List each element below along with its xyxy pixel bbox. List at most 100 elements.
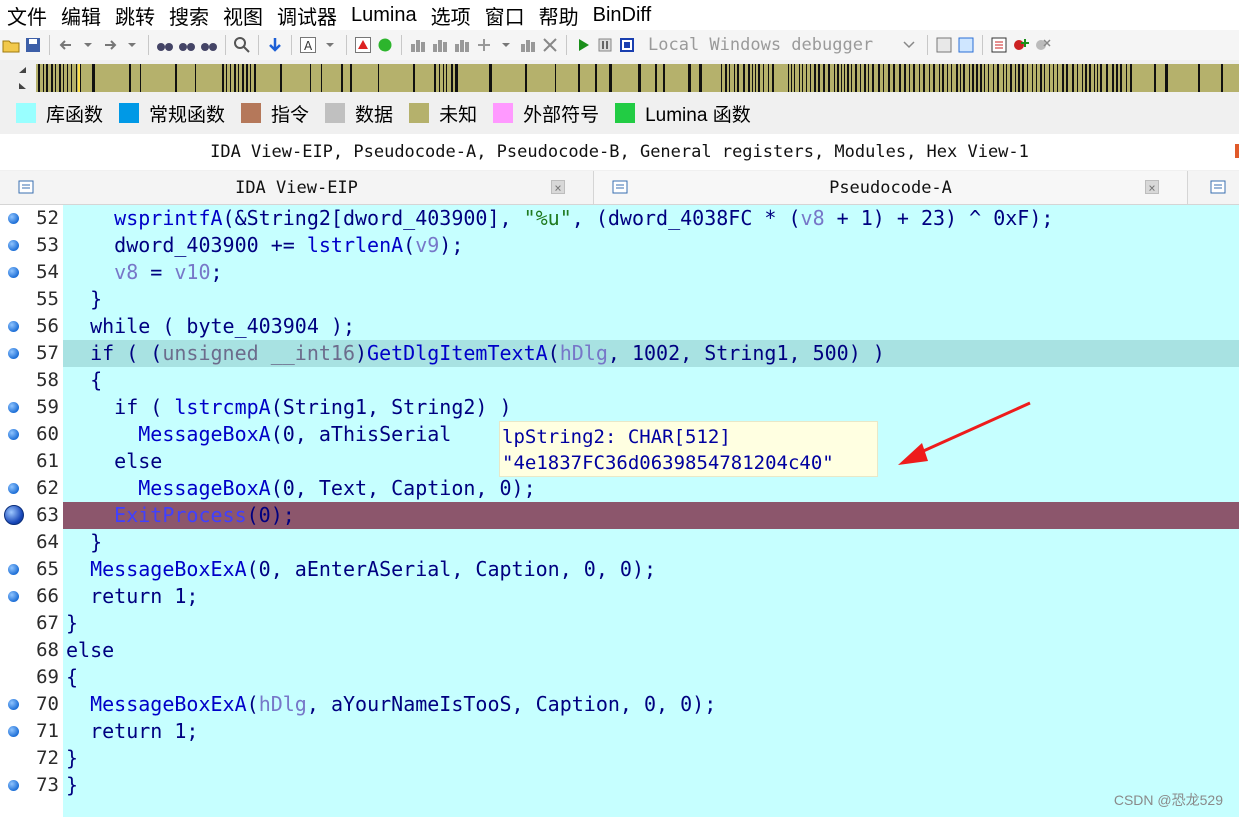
code-line[interactable]: 55 }: [0, 286, 1239, 313]
pause-icon[interactable]: [596, 36, 614, 54]
code-text[interactable]: if ( (unsigned __int16)GetDlgItemTextA(h…: [66, 340, 885, 367]
code-text[interactable]: {: [66, 664, 78, 691]
code-line[interactable]: 66 return 1;: [0, 583, 1239, 610]
graph-icon[interactable]: [409, 36, 427, 54]
code-text[interactable]: }: [66, 286, 102, 313]
code-line[interactable]: 73}: [0, 772, 1239, 799]
nav-arrow-icon[interactable]: [16, 65, 28, 91]
tab-pseudocode-b[interactable]: [1188, 171, 1239, 204]
code-line[interactable]: 54 v8 = v10;: [0, 259, 1239, 286]
breakpoint-dot-icon[interactable]: [8, 402, 19, 413]
code-text[interactable]: wsprintfA(&String2[dword_403900], "%u", …: [66, 205, 1053, 232]
code-text[interactable]: v8 = v10;: [66, 259, 222, 286]
breakpoint-dot-icon[interactable]: [8, 240, 19, 251]
code-text[interactable]: dword_403900 += lstrlenA(v9);: [66, 232, 463, 259]
tab-ida-view-eip[interactable]: IDA View-EIP ×: [0, 171, 594, 204]
code-line[interactable]: 67}: [0, 610, 1239, 637]
stop-icon[interactable]: [354, 36, 372, 54]
chevron-down-icon[interactable]: [497, 36, 515, 54]
code-line[interactable]: 58 {: [0, 367, 1239, 394]
code-text[interactable]: else: [66, 637, 114, 664]
code-line[interactable]: 56 while ( byte_403904 );: [0, 313, 1239, 340]
code-text[interactable]: ExitProcess(0);: [66, 502, 295, 529]
detach-icon[interactable]: [957, 36, 975, 54]
code-line[interactable]: 52 wsprintfA(&String2[dword_403900], "%u…: [0, 205, 1239, 232]
binoculars-icon[interactable]: [200, 36, 218, 54]
stop-square-icon[interactable]: [618, 36, 636, 54]
code-text[interactable]: }: [66, 772, 78, 799]
download-icon[interactable]: [266, 36, 284, 54]
run-green-icon[interactable]: [376, 36, 394, 54]
code-line[interactable]: 71 return 1;: [0, 718, 1239, 745]
code-text[interactable]: else: [66, 448, 162, 475]
breakpoint-dot-icon[interactable]: [8, 699, 19, 710]
menu-item-2[interactable]: 跳转: [108, 1, 162, 30]
code-line[interactable]: 68 else: [0, 637, 1239, 664]
code-line[interactable]: 63 ExitProcess(0);: [0, 502, 1239, 529]
search-icon[interactable]: [233, 36, 251, 54]
breakpoint-dot-icon[interactable]: [8, 321, 19, 332]
play-icon[interactable]: [574, 36, 592, 54]
breakpoint-dot-icon[interactable]: [8, 726, 19, 737]
current-eip-icon[interactable]: [4, 505, 24, 525]
code-text[interactable]: return 1;: [66, 718, 198, 745]
chevron-down-icon[interactable]: [123, 36, 141, 54]
breakpoint-dot-icon[interactable]: [8, 213, 19, 224]
code-text[interactable]: MessageBoxExA(0, aEnterASerial, Caption,…: [66, 556, 656, 583]
text-icon[interactable]: A: [299, 36, 317, 54]
code-text[interactable]: while ( byte_403904 );: [66, 313, 355, 340]
attach-icon[interactable]: [935, 36, 953, 54]
code-line[interactable]: 59 if ( lstrcmpA(String1, String2) ): [0, 394, 1239, 421]
breakpoint-dot-icon[interactable]: [8, 564, 19, 575]
chevron-down-icon[interactable]: [321, 36, 339, 54]
breakpoint-dot-icon[interactable]: [8, 591, 19, 602]
code-text[interactable]: MessageBoxExA(hDlg, aYourNameIsTooS, Cap…: [66, 691, 716, 718]
chevron-down-icon[interactable]: [79, 36, 97, 54]
save-icon[interactable]: [24, 36, 42, 54]
code-line[interactable]: 64 }: [0, 529, 1239, 556]
breakpoint-dot-icon[interactable]: [8, 267, 19, 278]
menu-item-7[interactable]: 选项: [424, 1, 478, 30]
code-line[interactable]: 65 MessageBoxExA(0, aEnterASerial, Capti…: [0, 556, 1239, 583]
menu-item-8[interactable]: 窗口: [478, 1, 532, 30]
breakpoint-dot-icon[interactable]: [8, 429, 19, 440]
code-text[interactable]: if ( lstrcmpA(String1, String2) ): [66, 394, 511, 421]
code-text[interactable]: }: [66, 529, 102, 556]
breakpoint-dot-icon[interactable]: [8, 348, 19, 359]
close-icon[interactable]: [541, 36, 559, 54]
close-icon[interactable]: ×: [551, 180, 565, 195]
menu-item-9[interactable]: 帮助: [532, 1, 586, 30]
menu-item-4[interactable]: 视图: [216, 1, 270, 30]
forward-arrow-icon[interactable]: [101, 36, 119, 54]
debugger-select[interactable]: Local Windows debugger: [642, 34, 922, 56]
menu-item-0[interactable]: 文件: [0, 1, 54, 30]
code-line[interactable]: 57 if ( (unsigned __int16)GetDlgItemText…: [0, 340, 1239, 367]
back-arrow-icon[interactable]: [57, 36, 75, 54]
code-line[interactable]: 62 MessageBoxA(0, Text, Caption, 0);: [0, 475, 1239, 502]
binoculars-icon[interactable]: [156, 36, 174, 54]
menu-item-1[interactable]: 编辑: [54, 1, 108, 30]
navigation-band[interactable]: [0, 61, 1239, 95]
binoculars-icon[interactable]: [178, 36, 196, 54]
graph-icon[interactable]: [431, 36, 449, 54]
graph-icon[interactable]: [453, 36, 471, 54]
breakpoint-list-icon[interactable]: [990, 36, 1008, 54]
code-text[interactable]: {: [66, 367, 102, 394]
code-text[interactable]: }: [66, 745, 78, 772]
remove-breakpoint-icon[interactable]: [1034, 36, 1052, 54]
open-icon[interactable]: [2, 36, 20, 54]
graph-icon[interactable]: [519, 36, 537, 54]
menu-item-6[interactable]: Lumina: [344, 4, 424, 27]
code-text[interactable]: MessageBoxA(0, aThisSerial: [66, 421, 451, 448]
step-icon[interactable]: [475, 36, 493, 54]
breakpoint-dot-icon[interactable]: [8, 483, 19, 494]
menu-item-5[interactable]: 调试器: [270, 1, 344, 30]
close-icon[interactable]: ×: [1145, 180, 1159, 195]
menu-item-10[interactable]: BinDiff: [586, 4, 659, 27]
menu-item-3[interactable]: 搜索: [162, 1, 216, 30]
code-text[interactable]: }: [66, 610, 78, 637]
code-line[interactable]: 72}: [0, 745, 1239, 772]
code-line[interactable]: 69 {: [0, 664, 1239, 691]
code-text[interactable]: MessageBoxA(0, Text, Caption, 0);: [66, 475, 535, 502]
code-line[interactable]: 53 dword_403900 += lstrlenA(v9);: [0, 232, 1239, 259]
